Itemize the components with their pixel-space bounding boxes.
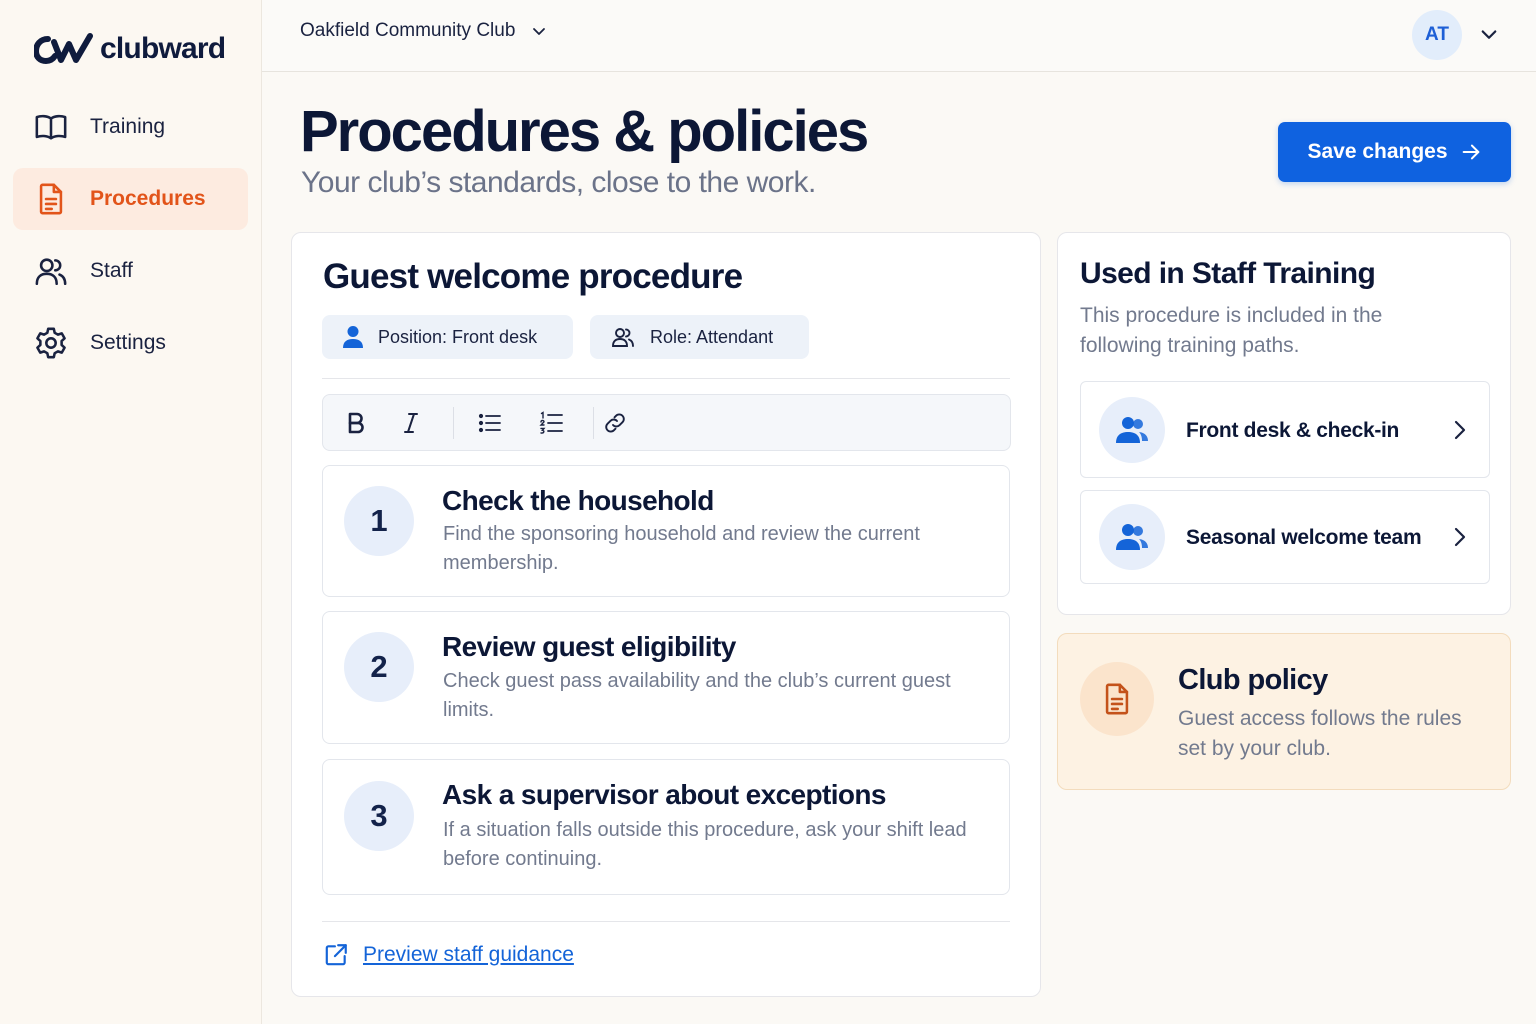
chevron-right-icon: [1454, 420, 1466, 440]
procedure-step[interactable]: 3 Ask a supervisor about exceptions If a…: [322, 759, 1010, 895]
team-icon: [1116, 417, 1148, 443]
procedure-step[interactable]: 1 Check the household Find the sponsorin…: [322, 465, 1010, 597]
step-title: Check the household: [442, 485, 714, 516]
preview-staff-guidance-link[interactable]: Preview staff guidance: [323, 942, 574, 968]
users-icon: [612, 328, 634, 347]
chevron-down-icon: [1481, 30, 1497, 39]
arrow-right-icon: [1462, 144, 1479, 160]
page-title: Procedures & policies: [300, 99, 869, 164]
top-bar: Oakfield Community Club AT: [262, 0, 1536, 72]
position-chip[interactable]: Position: Front desk: [322, 315, 573, 359]
step-title: Review guest eligibility: [442, 631, 736, 662]
step-description: If a situation falls outside this proced…: [443, 819, 967, 870]
gear-icon: [36, 327, 66, 359]
divider: [322, 921, 1010, 922]
step-number-badge: 3: [344, 781, 414, 851]
book-icon: [35, 114, 67, 140]
procedure-title: Guest welcome procedure: [323, 257, 743, 296]
account-menu-toggle[interactable]: [1479, 24, 1499, 44]
sidebar-item-staff[interactable]: Staff: [13, 240, 248, 302]
training-card-title: Used in Staff Training: [1080, 257, 1376, 290]
link-icon: [605, 413, 625, 433]
position-chip-label: Position: Front desk: [378, 326, 538, 347]
chevron-right-icon: [1454, 527, 1466, 547]
procedure-step[interactable]: 2 Review guest eligibility Check guest p…: [322, 611, 1010, 744]
step-description: Check guest pass availability and the cl…: [443, 670, 951, 721]
training-path-item[interactable]: Seasonal welcome team: [1080, 490, 1490, 584]
formatting-toolbar: [322, 394, 1011, 451]
sidebar-item-label: Training: [90, 115, 166, 138]
sidebar: clubward Training Procedures Staff Setti…: [0, 0, 262, 1024]
team-icon-badge: [1099, 504, 1165, 570]
policy-icon-badge: [1080, 662, 1154, 736]
bulleted-list-button[interactable]: [475, 408, 505, 438]
document-icon: [39, 183, 63, 215]
numbered-list-icon: [539, 411, 563, 434]
training-path-label: Seasonal welcome team: [1186, 526, 1422, 549]
sidebar-item-label: Procedures: [90, 187, 206, 210]
toolbar-separator: [593, 407, 594, 439]
policy-title: Club policy: [1178, 664, 1328, 696]
sidebar-nav: Training Procedures Staff Settings: [13, 96, 248, 384]
step-number-badge: 2: [344, 632, 414, 702]
team-icon: [1116, 524, 1148, 550]
bold-icon: [348, 412, 364, 434]
person-icon: [343, 326, 363, 348]
role-chip-label: Role: Attendant: [650, 326, 774, 347]
sidebar-item-settings[interactable]: Settings: [13, 312, 248, 374]
divider: [322, 378, 1010, 379]
users-icon: [35, 258, 67, 286]
preview-link-label: Preview staff guidance: [363, 943, 574, 966]
step-number-badge: 1: [344, 486, 414, 556]
training-path-label: Front desk & check-in: [1186, 419, 1400, 442]
training-paths-card: Used in Staff Training This procedure is…: [1057, 232, 1511, 615]
external-link-icon: [325, 944, 347, 966]
club-policy-card: Club policy Guest access follows the rul…: [1057, 633, 1511, 790]
save-button[interactable]: Save changes: [1278, 122, 1511, 182]
page-subtitle: Your club’s standards, close to the work…: [301, 166, 816, 199]
link-button[interactable]: [600, 408, 630, 438]
brand-logo[interactable]: clubward: [34, 32, 226, 66]
italic-icon: [404, 413, 418, 433]
sidebar-item-label: Settings: [90, 331, 166, 354]
sidebar-item-label: Staff: [90, 259, 133, 282]
brand-name: clubward: [100, 32, 226, 65]
italic-button[interactable]: [396, 408, 426, 438]
document-icon: [1105, 683, 1129, 715]
step-description: Find the sponsoring household and review…: [443, 523, 920, 574]
policy-description: Guest access follows the rules set by yo…: [1178, 707, 1462, 760]
club-name: Oakfield Community Club: [300, 20, 516, 41]
training-card-description: This procedure is included in the follow…: [1080, 304, 1383, 357]
role-chip[interactable]: Role: Attendant: [590, 315, 809, 359]
bold-button[interactable]: [341, 408, 371, 438]
club-selector[interactable]: Oakfield Community Club: [300, 20, 547, 42]
team-icon-badge: [1099, 397, 1165, 463]
toolbar-separator: [453, 407, 454, 439]
training-path-item[interactable]: Front desk & check-in: [1080, 381, 1490, 478]
avatar[interactable]: AT: [1412, 10, 1462, 60]
bulleted-list-icon: [478, 413, 501, 433]
chevron-down-icon: [533, 28, 546, 35]
procedure-editor-card: Guest welcome procedure Position: Front …: [291, 232, 1041, 997]
save-button-label: Save changes: [1307, 140, 1448, 163]
step-title: Ask a supervisor about exceptions: [442, 779, 887, 810]
sidebar-item-training[interactable]: Training: [13, 96, 248, 158]
clubward-logo-icon: [34, 33, 93, 65]
sidebar-item-procedures[interactable]: Procedures: [13, 168, 248, 230]
numbered-list-button[interactable]: [536, 408, 566, 438]
